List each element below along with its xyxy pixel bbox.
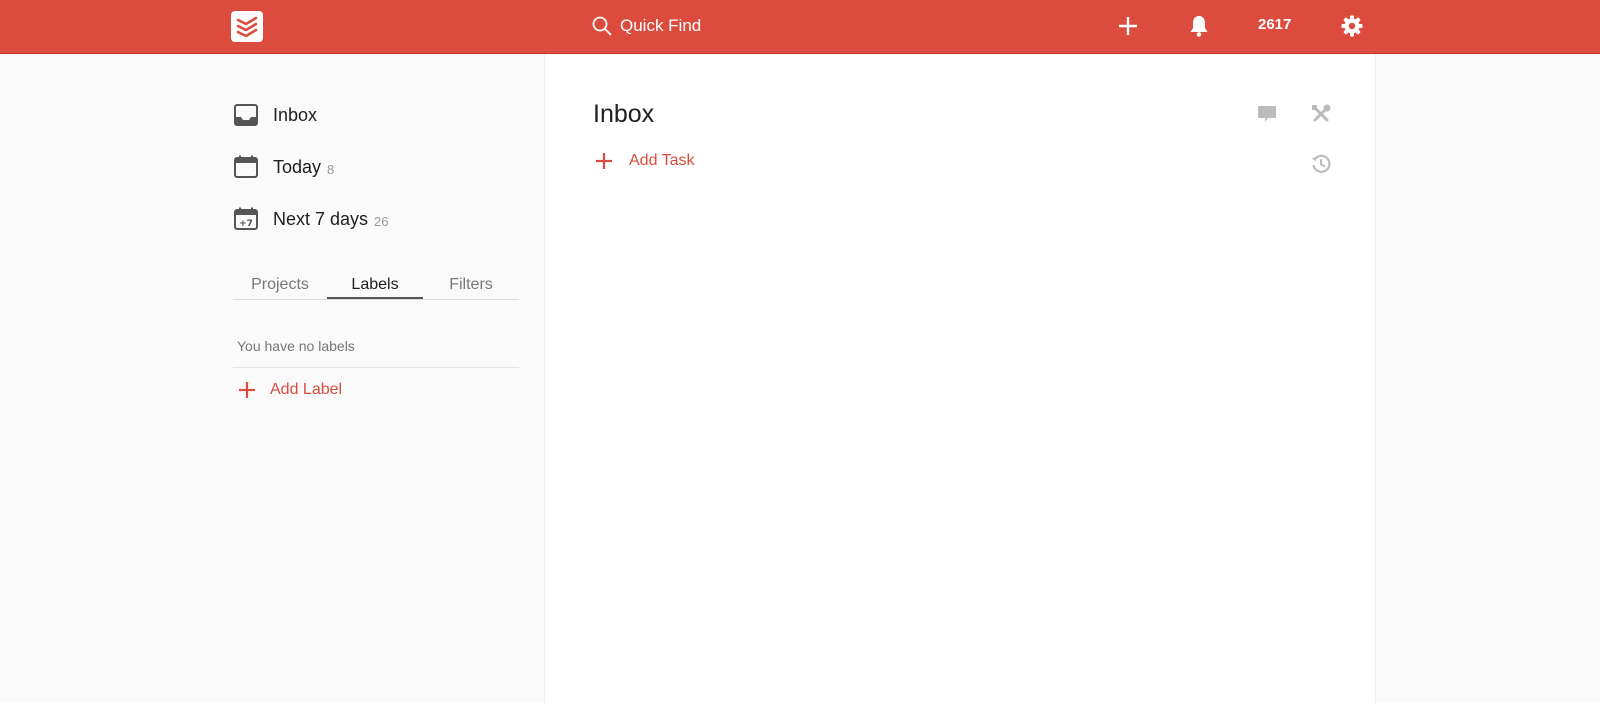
add-label-button[interactable]: Add Label [238, 381, 342, 399]
page-title: Inbox [593, 100, 655, 128]
add-task-text: Add Task [629, 152, 695, 169]
quick-find-search[interactable]: Quick Find [592, 14, 701, 38]
left-sidebar: Inbox Today 8 +7 Next 7 days 26 Projects… [0, 54, 544, 703]
sidebar-tabs: Projects Labels Filters [233, 276, 519, 300]
search-icon [592, 16, 612, 36]
plus-icon [239, 382, 255, 398]
app-logo[interactable] [231, 11, 263, 42]
project-comments-button[interactable] [1256, 103, 1278, 130]
sidebar-item-next-7-days[interactable]: +7 Next 7 days 26 [233, 206, 389, 232]
add-task-inline[interactable]: Add Task [595, 152, 695, 170]
sidebar-item-count: 26 [374, 213, 389, 229]
todoist-logo-icon [236, 16, 258, 38]
main-content: Inbox Add Task [544, 54, 1376, 703]
top-bar: Quick Find 2617 [0, 0, 1600, 54]
sidebar-item-label: Inbox [273, 104, 318, 125]
inbox-icon [233, 102, 259, 128]
tab-projects[interactable]: Projects [233, 276, 327, 298]
quick-find-placeholder: Quick Find [620, 16, 702, 35]
calendar-plus7-icon: +7 [233, 206, 259, 232]
svg-text:+7: +7 [239, 219, 253, 229]
settings-button[interactable] [1340, 14, 1364, 43]
history-icon [1311, 154, 1331, 173]
project-actions-button[interactable] [1310, 103, 1332, 130]
add-task-button[interactable] [1117, 14, 1139, 43]
divider [233, 367, 519, 368]
gear-icon [1341, 15, 1363, 37]
plus-icon [596, 153, 612, 169]
sidebar-item-inbox[interactable]: Inbox [233, 102, 317, 128]
empty-labels-message: You have no labels [237, 338, 355, 354]
sidebar-item-today[interactable]: Today 8 [233, 154, 334, 180]
add-label-text: Add Label [270, 381, 343, 398]
karma-score[interactable]: 2617 [1258, 16, 1291, 33]
sidebar-item-label: Today [273, 156, 322, 177]
completed-tasks-button[interactable] [1310, 153, 1332, 180]
sidebar-item-label: Next 7 days [273, 208, 369, 229]
tab-labels[interactable]: Labels [327, 276, 423, 299]
comment-icon [1258, 106, 1276, 122]
plus-icon [1119, 17, 1137, 35]
bell-icon [1190, 16, 1208, 37]
calendar-icon [233, 154, 259, 180]
notifications-button[interactable] [1188, 14, 1210, 43]
sidebar-item-count: 8 [327, 161, 335, 177]
tools-icon [1312, 104, 1331, 122]
tab-filters[interactable]: Filters [423, 276, 519, 298]
